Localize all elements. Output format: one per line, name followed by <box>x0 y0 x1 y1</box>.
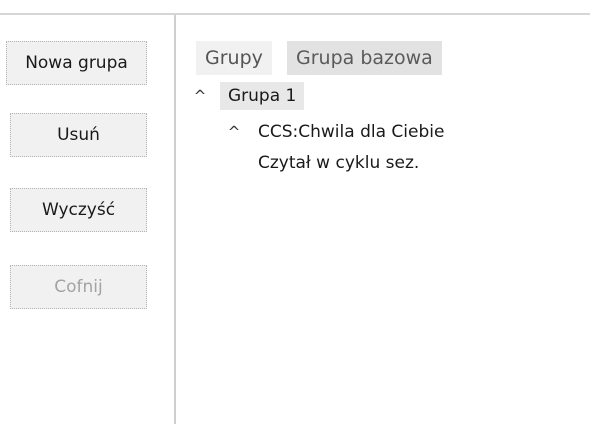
button-panel: Nowa grupa Usuń Wyczyść Cofnij <box>0 15 174 424</box>
tab-groups[interactable]: Grupy <box>196 41 272 75</box>
undo-button[interactable]: Cofnij <box>10 265 147 309</box>
tree-row-subgroup: ^ CCS:Chwila dla Ciebie <box>176 118 590 146</box>
tree-subgroup-label[interactable]: CCS:Chwila dla Ciebie <box>258 118 444 146</box>
tree-row-leaf: Czytał w cyklu sez. <box>176 149 590 177</box>
new-group-button[interactable]: Nowa grupa <box>6 41 147 85</box>
tab-base-group[interactable]: Grupa bazowa <box>287 41 442 75</box>
chevron-up-icon[interactable]: ^ <box>224 118 244 146</box>
tree-leaf-label[interactable]: Czytał w cyklu sez. <box>258 149 419 177</box>
tree-group-label[interactable]: Grupa 1 <box>220 82 305 110</box>
clear-button[interactable]: Wyczyść <box>10 188 147 232</box>
delete-button[interactable]: Usuń <box>10 113 147 157</box>
tree-row-group: ^ Grupa 1 <box>176 82 590 110</box>
groups-panel: Grupy Grupa bazowa ^ Grupa 1 ^ CCS:Chwil… <box>176 15 590 424</box>
chevron-up-icon[interactable]: ^ <box>190 82 210 110</box>
